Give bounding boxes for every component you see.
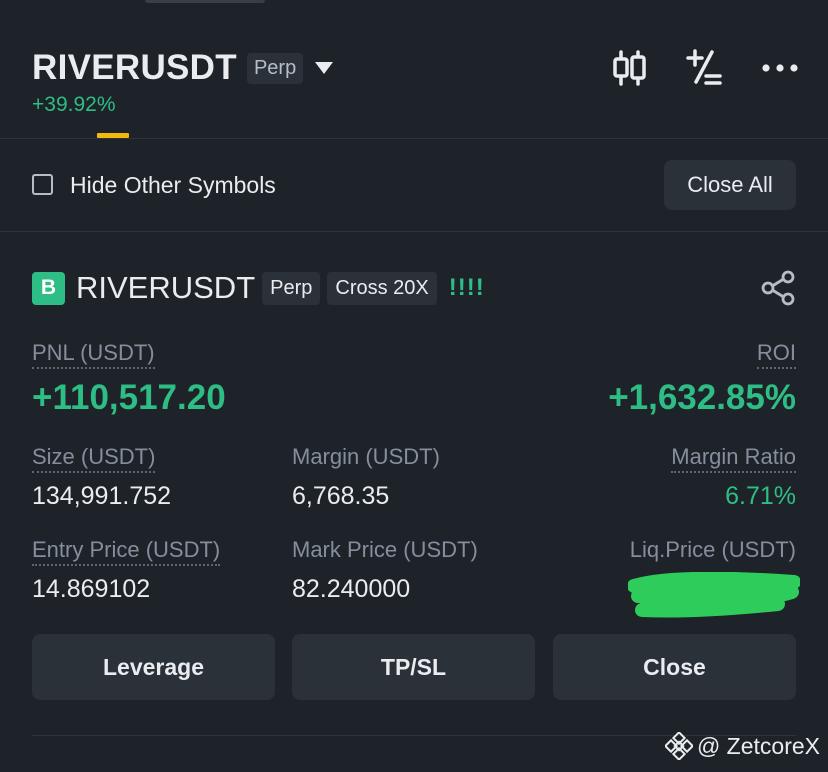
hide-other-symbols-label[interactable]: Hide Other Symbols [70, 172, 276, 199]
side-badge: B [32, 271, 65, 305]
margin-ratio-value: 6.71% [725, 482, 796, 510]
share-icon[interactable] [760, 270, 796, 306]
position-symbol: RIVERUSDT [76, 270, 256, 305]
mark-price-value: 82.240000 [292, 575, 411, 603]
mark-price-label: Mark Price (USDT) [292, 537, 478, 562]
pnl-label[interactable]: PNL (USDT) [32, 340, 155, 369]
tpsl-button[interactable]: TP/SL [292, 634, 535, 700]
margin-label: Margin (USDT) [292, 444, 440, 469]
symbol-title: RIVERUSDT [32, 48, 237, 87]
close-all-button[interactable]: Close All [664, 160, 796, 210]
margin-mode-tag[interactable]: Cross 20X [327, 271, 437, 305]
roi-label[interactable]: ROI [756, 340, 796, 369]
header: RIVERUSDT Perp +39.92% [0, 0, 828, 139]
pnl-value: +110,517.20 [32, 378, 226, 417]
watermark: @ ZetcoreX [664, 732, 820, 760]
close-position-button[interactable]: Close [553, 634, 796, 700]
binance-logo-icon [664, 732, 693, 760]
position-filter-bar: Hide Other Symbols Close All [0, 139, 828, 232]
entry-price-label[interactable]: Entry Price (USDT) [32, 537, 221, 566]
candlestick-chart-icon[interactable] [612, 48, 646, 88]
caret-down-icon[interactable] [315, 62, 334, 74]
margin-value: 6,768.35 [292, 482, 390, 510]
leverage-button[interactable]: Leverage [32, 634, 275, 700]
size-value: 134,991.752 [32, 482, 172, 510]
price-change-percent: +39.92% [32, 93, 116, 116]
adl-indicator: !!!! [448, 274, 485, 301]
header-actions [612, 48, 798, 88]
position-header: B RIVERUSDT Perp Cross 20X !!!! [32, 270, 485, 306]
active-tab-indicator [97, 133, 129, 138]
entry-price-value: 14.869102 [32, 575, 151, 603]
futures-positions-screen: RIVERUSDT Perp +39.92% Hide Other Symbol… [0, 0, 828, 772]
size-label[interactable]: Size (USDT) [32, 444, 156, 473]
more-icon[interactable] [762, 63, 798, 73]
watermark-text: @ ZetcoreX [696, 732, 820, 759]
liq-price-label: Liq.Price (USDT) [629, 537, 796, 562]
margin-ratio-label[interactable]: Margin Ratio [671, 444, 796, 473]
hide-other-symbols-checkbox[interactable] [32, 174, 53, 195]
redaction-scribble [628, 572, 800, 618]
plus-minus-icon[interactable] [686, 48, 722, 88]
symbol-selector[interactable]: RIVERUSDT Perp [32, 48, 334, 88]
contract-type-badge: Perp [246, 52, 304, 84]
contract-type-tag: Perp [262, 271, 321, 305]
roi-value: +1,632.85% [608, 378, 796, 417]
